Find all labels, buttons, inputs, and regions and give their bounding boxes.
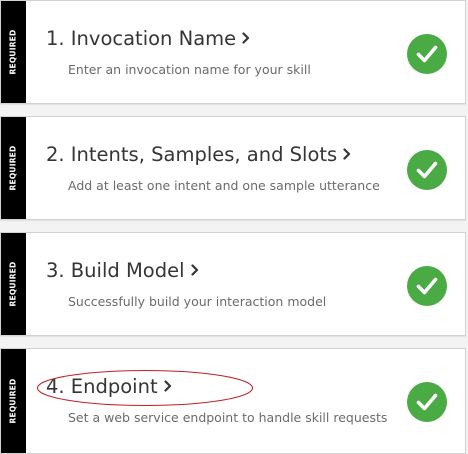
step-description: Successfully build your interaction mode…	[68, 294, 327, 309]
check-circle-icon	[407, 34, 447, 74]
check-circle-icon	[407, 150, 447, 190]
required-label: REQUIRED	[8, 378, 18, 424]
required-bar: REQUIRED	[1, 349, 26, 453]
step-description: Enter an invocation name for your skill	[68, 62, 311, 77]
required-bar: REQUIRED	[1, 1, 26, 103]
step-card-invocation-name[interactable]: REQUIRED 1. Invocation Name Enter an inv…	[0, 0, 466, 104]
step-description: Add at least one intent and one sample u…	[68, 178, 380, 193]
step-title-link[interactable]: 3. Build Model	[46, 259, 199, 282]
step-title: 4. Endpoint	[46, 375, 158, 398]
check-circle-icon	[407, 266, 447, 306]
step-description: Set a web service endpoint to handle ski…	[68, 410, 388, 425]
required-label: REQUIRED	[8, 261, 18, 307]
chevron-right-icon	[190, 263, 198, 276]
step-card-intents[interactable]: REQUIRED 2. Intents, Samples, and Slots …	[0, 116, 466, 220]
required-bar: REQUIRED	[1, 117, 26, 219]
step-card-endpoint[interactable]: REQUIRED 4. Endpoint Set a web service e…	[0, 348, 466, 454]
check-circle-icon	[407, 382, 447, 422]
step-title: 3. Build Model	[46, 259, 185, 282]
step-title-link[interactable]: 1. Invocation Name	[46, 27, 250, 50]
required-label: REQUIRED	[8, 145, 18, 191]
chevron-right-icon	[163, 379, 171, 392]
step-title-link[interactable]: 2. Intents, Samples, and Slots	[46, 143, 351, 166]
chevron-right-icon	[343, 147, 351, 160]
step-card-build-model[interactable]: REQUIRED 3. Build Model Successfully bui…	[0, 232, 466, 336]
step-title-link[interactable]: 4. Endpoint	[46, 375, 172, 398]
step-title: 1. Invocation Name	[46, 27, 237, 50]
required-label: REQUIRED	[8, 29, 18, 75]
chevron-right-icon	[242, 31, 250, 44]
required-bar: REQUIRED	[1, 233, 26, 335]
step-title: 2. Intents, Samples, and Slots	[46, 143, 338, 166]
